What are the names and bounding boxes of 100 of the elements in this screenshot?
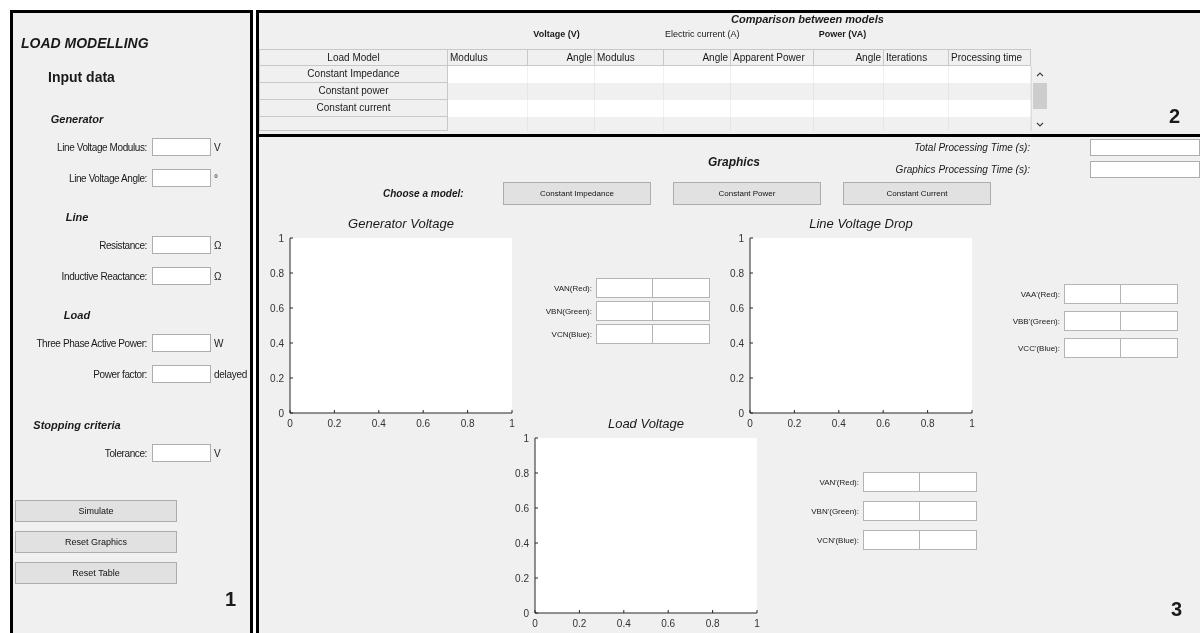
table-cell xyxy=(884,100,949,117)
column-header: Angle xyxy=(814,49,884,66)
column-header: Iterations xyxy=(884,49,949,66)
tick-label: 1 xyxy=(509,418,515,429)
table-cell xyxy=(664,66,731,83)
output-field[interactable] xyxy=(920,530,977,550)
input-field[interactable] xyxy=(152,365,211,383)
row-header: Constant power xyxy=(259,83,448,100)
tick-label: 0.6 xyxy=(270,303,284,314)
output-field[interactable] xyxy=(920,501,977,521)
scroll-up-icon[interactable] xyxy=(1035,71,1044,77)
action-button[interactable]: Reset Table xyxy=(15,562,177,584)
action-button[interactable]: Simulate xyxy=(15,500,177,522)
tick-label: 0.4 xyxy=(270,338,284,349)
tick-label: 1 xyxy=(278,234,284,244)
input-field[interactable] xyxy=(152,267,211,285)
input-field[interactable] xyxy=(152,169,211,187)
model-button[interactable]: Constant Power xyxy=(673,181,821,205)
output-field[interactable] xyxy=(1121,311,1178,331)
table-title: Comparison between models xyxy=(730,13,885,27)
field-label: VBN(Green): xyxy=(544,306,592,316)
field-label: Power factor: xyxy=(92,368,147,380)
field-label: VAA'(Red): xyxy=(1019,289,1060,299)
panel-number: 3 xyxy=(1170,598,1182,621)
output-field[interactable] xyxy=(863,472,920,492)
app-title: LOAD MODELLING xyxy=(21,35,150,51)
model-button[interactable]: Constant Current xyxy=(843,181,991,205)
input-field[interactable] xyxy=(152,138,211,156)
column-header: Modulus xyxy=(448,49,528,66)
output-field[interactable] xyxy=(1064,338,1121,358)
table-cell xyxy=(528,66,595,83)
tick-label: 0.2 xyxy=(327,418,342,429)
table-cell xyxy=(595,66,664,83)
tick-label: 0.4 xyxy=(515,538,529,549)
unit-label: V xyxy=(214,447,221,459)
tick-label: 0.8 xyxy=(515,468,529,479)
output-field[interactable] xyxy=(1090,161,1200,178)
section-heading: Load xyxy=(62,309,92,321)
input-field[interactable] xyxy=(152,334,211,352)
output-field[interactable] xyxy=(1090,139,1200,156)
output-field[interactable] xyxy=(1121,284,1178,304)
scroll-down-icon[interactable] xyxy=(1035,122,1044,128)
output-field[interactable] xyxy=(596,301,653,321)
output-field[interactable] xyxy=(863,530,920,550)
tick-label: 0 xyxy=(747,418,753,429)
output-field[interactable] xyxy=(1064,284,1121,304)
output-field[interactable] xyxy=(653,324,710,344)
column-header: Apparent Power xyxy=(731,49,814,66)
column-group-header: Voltage (V) xyxy=(533,29,580,39)
unit-label: W xyxy=(214,337,224,349)
field-label: Resistance: xyxy=(98,239,147,251)
tick-label: 0 xyxy=(278,408,284,419)
output-field[interactable] xyxy=(596,278,653,298)
field-label: VCN'(Blue): xyxy=(816,535,859,545)
input-field[interactable] xyxy=(152,444,211,462)
field-label: Line Voltage Modulus: xyxy=(56,141,147,153)
unit-label: delayed xyxy=(214,368,247,380)
tick-label: 0 xyxy=(523,608,529,619)
field-label: Line Voltage Angle: xyxy=(67,172,147,184)
tick-label: 1 xyxy=(738,234,744,244)
tick-label: 0.4 xyxy=(831,418,846,429)
tick-label: 1 xyxy=(754,618,760,627)
section-heading: Generator xyxy=(49,113,105,125)
tick-label: 0.4 xyxy=(616,618,631,627)
chart-title: Generator Voltage xyxy=(348,216,454,231)
tick-label: 0.2 xyxy=(270,373,284,384)
output-field[interactable] xyxy=(653,301,710,321)
action-button[interactable]: Reset Graphics xyxy=(15,531,177,553)
output-field[interactable] xyxy=(863,501,920,521)
table-cell xyxy=(528,100,595,117)
tick-label: 0.8 xyxy=(730,268,744,279)
scroll-thumb[interactable] xyxy=(1032,82,1047,109)
output-field[interactable] xyxy=(1121,338,1178,358)
section-heading: Stopping criteria xyxy=(32,419,122,431)
section-title: Graphics xyxy=(708,155,761,171)
tick-label: 0.8 xyxy=(920,418,935,429)
field-label: VCN(Blue): xyxy=(550,329,592,339)
tick-label: 0.4 xyxy=(371,418,386,429)
tick-label: 0.6 xyxy=(416,418,431,429)
field-label: Choose a model: xyxy=(383,187,465,199)
tick-label: 0.8 xyxy=(460,418,475,429)
output-field[interactable] xyxy=(1064,311,1121,331)
table-cell xyxy=(814,66,884,83)
row-header: Constant current xyxy=(259,100,448,117)
field-label: Inductive Reactance: xyxy=(60,270,147,282)
input-field[interactable] xyxy=(152,236,211,254)
field-label: VAN'(Red): xyxy=(818,477,859,487)
model-button[interactable]: Constant Impedance xyxy=(503,181,651,205)
output-field[interactable] xyxy=(653,278,710,298)
section-heading: Line xyxy=(64,211,90,223)
field-label: VBB'(Green): xyxy=(1011,316,1060,326)
tick-label: 0.6 xyxy=(876,418,891,429)
field-label: Graphics Processing Time (s): xyxy=(894,164,1030,175)
output-field[interactable] xyxy=(596,324,653,344)
table-cell xyxy=(664,100,731,117)
tick-label: 1 xyxy=(969,418,975,429)
column-group-header: Power (VA) xyxy=(818,29,867,39)
column-header: Angle xyxy=(664,49,731,66)
field-label: Total Processing Time (s): xyxy=(913,142,1030,153)
output-field[interactable] xyxy=(920,472,977,492)
